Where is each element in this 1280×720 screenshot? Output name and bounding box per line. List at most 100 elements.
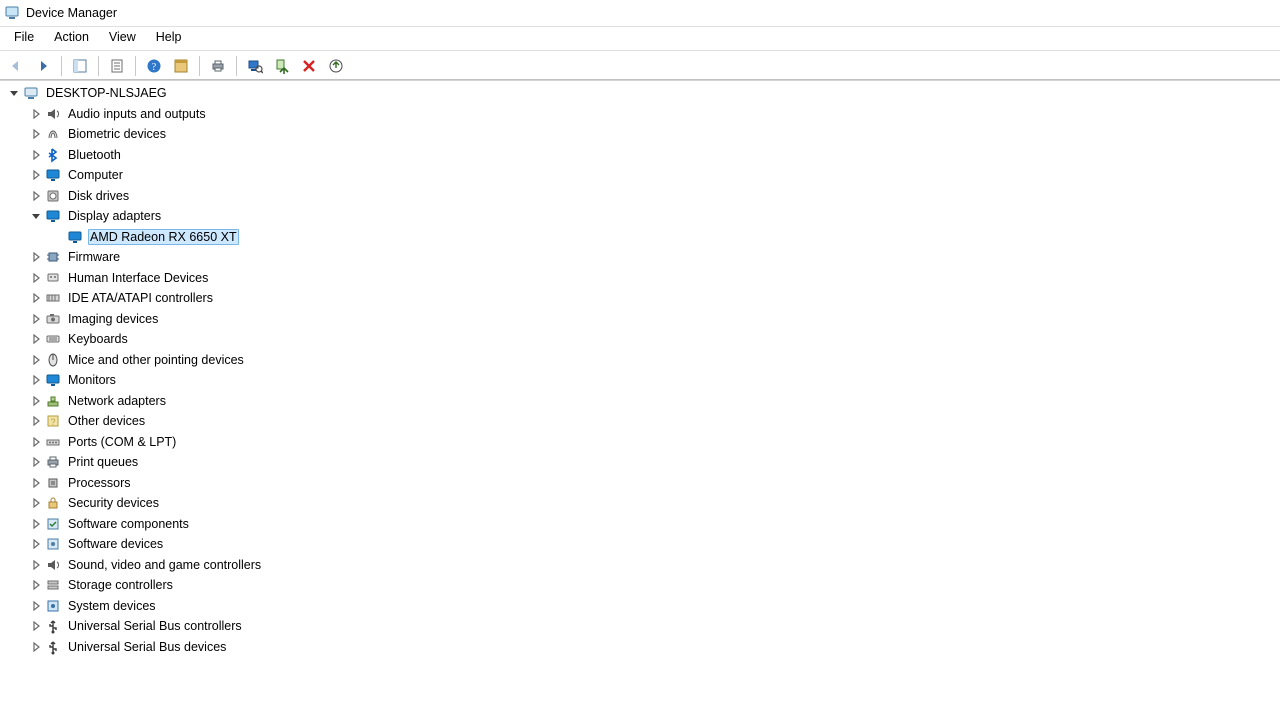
expander-open[interactable] xyxy=(6,85,22,101)
tree-node-sound-video-and-game-controllers[interactable]: Sound, video and game controllers xyxy=(0,555,1280,576)
expander-closed[interactable] xyxy=(28,106,44,122)
expander-closed[interactable] xyxy=(28,639,44,655)
expander-closed[interactable] xyxy=(28,475,44,491)
tree-node-label: AMD Radeon RX 6650 XT xyxy=(88,229,239,245)
tree-node-disk-drives[interactable]: Disk drives xyxy=(0,186,1280,207)
indent xyxy=(0,523,28,524)
tree-node-human-interface-devices[interactable]: Human Interface Devices xyxy=(0,268,1280,289)
expander-closed[interactable] xyxy=(28,126,44,142)
expander-closed[interactable] xyxy=(28,557,44,573)
tree-node-audio-inputs-and-outputs[interactable]: Audio inputs and outputs xyxy=(0,104,1280,125)
tree-node-amd-radeon-rx-6650-xt[interactable]: AMD Radeon RX 6650 XT xyxy=(0,227,1280,248)
show-hide-tree-button[interactable] xyxy=(68,54,92,78)
expander-closed[interactable] xyxy=(28,249,44,265)
menu-file[interactable]: File xyxy=(4,27,44,50)
expander-closed[interactable] xyxy=(28,352,44,368)
tree-node-ide-ata-atapi-controllers[interactable]: IDE ATA/ATAPI controllers xyxy=(0,288,1280,309)
tree-node-root[interactable]: DESKTOP-NLSJAEG xyxy=(0,83,1280,104)
tree-node-display-adapters[interactable]: Display adapters xyxy=(0,206,1280,227)
expander-closed[interactable] xyxy=(28,413,44,429)
tree-node-software-devices[interactable]: Software devices xyxy=(0,534,1280,555)
tree-node-label: Keyboards xyxy=(66,331,130,347)
expander-closed[interactable] xyxy=(28,147,44,163)
forward-button[interactable] xyxy=(31,54,55,78)
keyboard-icon xyxy=(44,331,62,347)
expander-closed[interactable] xyxy=(28,188,44,204)
expander-closed[interactable] xyxy=(28,434,44,450)
tree-node-label: Display adapters xyxy=(66,208,163,224)
expander-closed[interactable] xyxy=(28,372,44,388)
tree-node-bluetooth[interactable]: Bluetooth xyxy=(0,145,1280,166)
ide-icon xyxy=(44,290,62,306)
tree-node-label: Human Interface Devices xyxy=(66,270,210,286)
security-icon xyxy=(44,495,62,511)
tree-node-firmware[interactable]: Firmware xyxy=(0,247,1280,268)
indent xyxy=(0,400,28,401)
scan-hardware-button[interactable] xyxy=(243,54,267,78)
expander-closed[interactable] xyxy=(28,495,44,511)
expander-closed[interactable] xyxy=(28,536,44,552)
expander-closed[interactable] xyxy=(28,331,44,347)
chip-icon xyxy=(44,249,62,265)
tree-node-software-components[interactable]: Software components xyxy=(0,514,1280,535)
back-button[interactable] xyxy=(4,54,28,78)
tree-node-keyboards[interactable]: Keyboards xyxy=(0,329,1280,350)
tree-node-mice-and-other-pointing-devices[interactable]: Mice and other pointing devices xyxy=(0,350,1280,371)
properties-button[interactable] xyxy=(105,54,129,78)
tree-node-monitors[interactable]: Monitors xyxy=(0,370,1280,391)
update-driver-button[interactable] xyxy=(324,54,348,78)
indent xyxy=(0,421,28,422)
tree-node-biometric-devices[interactable]: Biometric devices xyxy=(0,124,1280,145)
tree-node-universal-serial-bus-controllers[interactable]: Universal Serial Bus controllers xyxy=(0,616,1280,637)
expander-closed[interactable] xyxy=(28,311,44,327)
indent xyxy=(0,482,28,483)
tree-node-system-devices[interactable]: System devices xyxy=(0,596,1280,617)
expander-open[interactable] xyxy=(28,208,44,224)
disable-device-button[interactable] xyxy=(297,54,321,78)
separator xyxy=(98,56,99,76)
help-button[interactable]: ? xyxy=(142,54,166,78)
print-button[interactable] xyxy=(206,54,230,78)
expander-closed[interactable] xyxy=(28,290,44,306)
enable-device-button[interactable] xyxy=(270,54,294,78)
tree-node-print-queues[interactable]: Print queues xyxy=(0,452,1280,473)
menu-view[interactable]: View xyxy=(99,27,146,50)
tree-node-label: Software components xyxy=(66,516,191,532)
tree-node-imaging-devices[interactable]: Imaging devices xyxy=(0,309,1280,330)
expander-closed[interactable] xyxy=(28,577,44,593)
tree-node-label: Biometric devices xyxy=(66,126,168,142)
tree-node-security-devices[interactable]: Security devices xyxy=(0,493,1280,514)
device-tree[interactable]: DESKTOP-NLSJAEG Audio inputs and outputs… xyxy=(0,81,1280,718)
indent xyxy=(0,441,28,442)
menu-action[interactable]: Action xyxy=(44,27,99,50)
tree-node-computer[interactable]: Computer xyxy=(0,165,1280,186)
expander-closed[interactable] xyxy=(28,454,44,470)
indent xyxy=(0,195,28,196)
tree-node-label: Processors xyxy=(66,475,133,491)
expander-closed[interactable] xyxy=(28,270,44,286)
expander-closed[interactable] xyxy=(28,167,44,183)
expander-closed[interactable] xyxy=(28,393,44,409)
tree-node-other-devices[interactable]: ? Other devices xyxy=(0,411,1280,432)
indent xyxy=(0,626,28,627)
actions-button[interactable] xyxy=(169,54,193,78)
tree-node-ports-com-lpt-[interactable]: Ports (COM & LPT) xyxy=(0,432,1280,453)
cpu-icon xyxy=(44,475,62,491)
tree-node-label: Mice and other pointing devices xyxy=(66,352,246,368)
tree-node-label: DESKTOP-NLSJAEG xyxy=(44,85,169,101)
menu-help[interactable]: Help xyxy=(146,27,192,50)
indent xyxy=(0,154,28,155)
tree-node-label: Sound, video and game controllers xyxy=(66,557,263,573)
tree-node-label: Print queues xyxy=(66,454,140,470)
titlebar: Device Manager xyxy=(0,0,1280,27)
monitor-icon xyxy=(44,372,62,388)
tree-node-universal-serial-bus-devices[interactable]: Universal Serial Bus devices xyxy=(0,637,1280,658)
tree-node-network-adapters[interactable]: Network adapters xyxy=(0,391,1280,412)
expander-closed[interactable] xyxy=(28,598,44,614)
monitor-icon xyxy=(44,208,62,224)
expander-closed[interactable] xyxy=(28,618,44,634)
tree-node-processors[interactable]: Processors xyxy=(0,473,1280,494)
tree-node-storage-controllers[interactable]: Storage controllers xyxy=(0,575,1280,596)
expander-closed[interactable] xyxy=(28,516,44,532)
audio-icon xyxy=(44,106,62,122)
